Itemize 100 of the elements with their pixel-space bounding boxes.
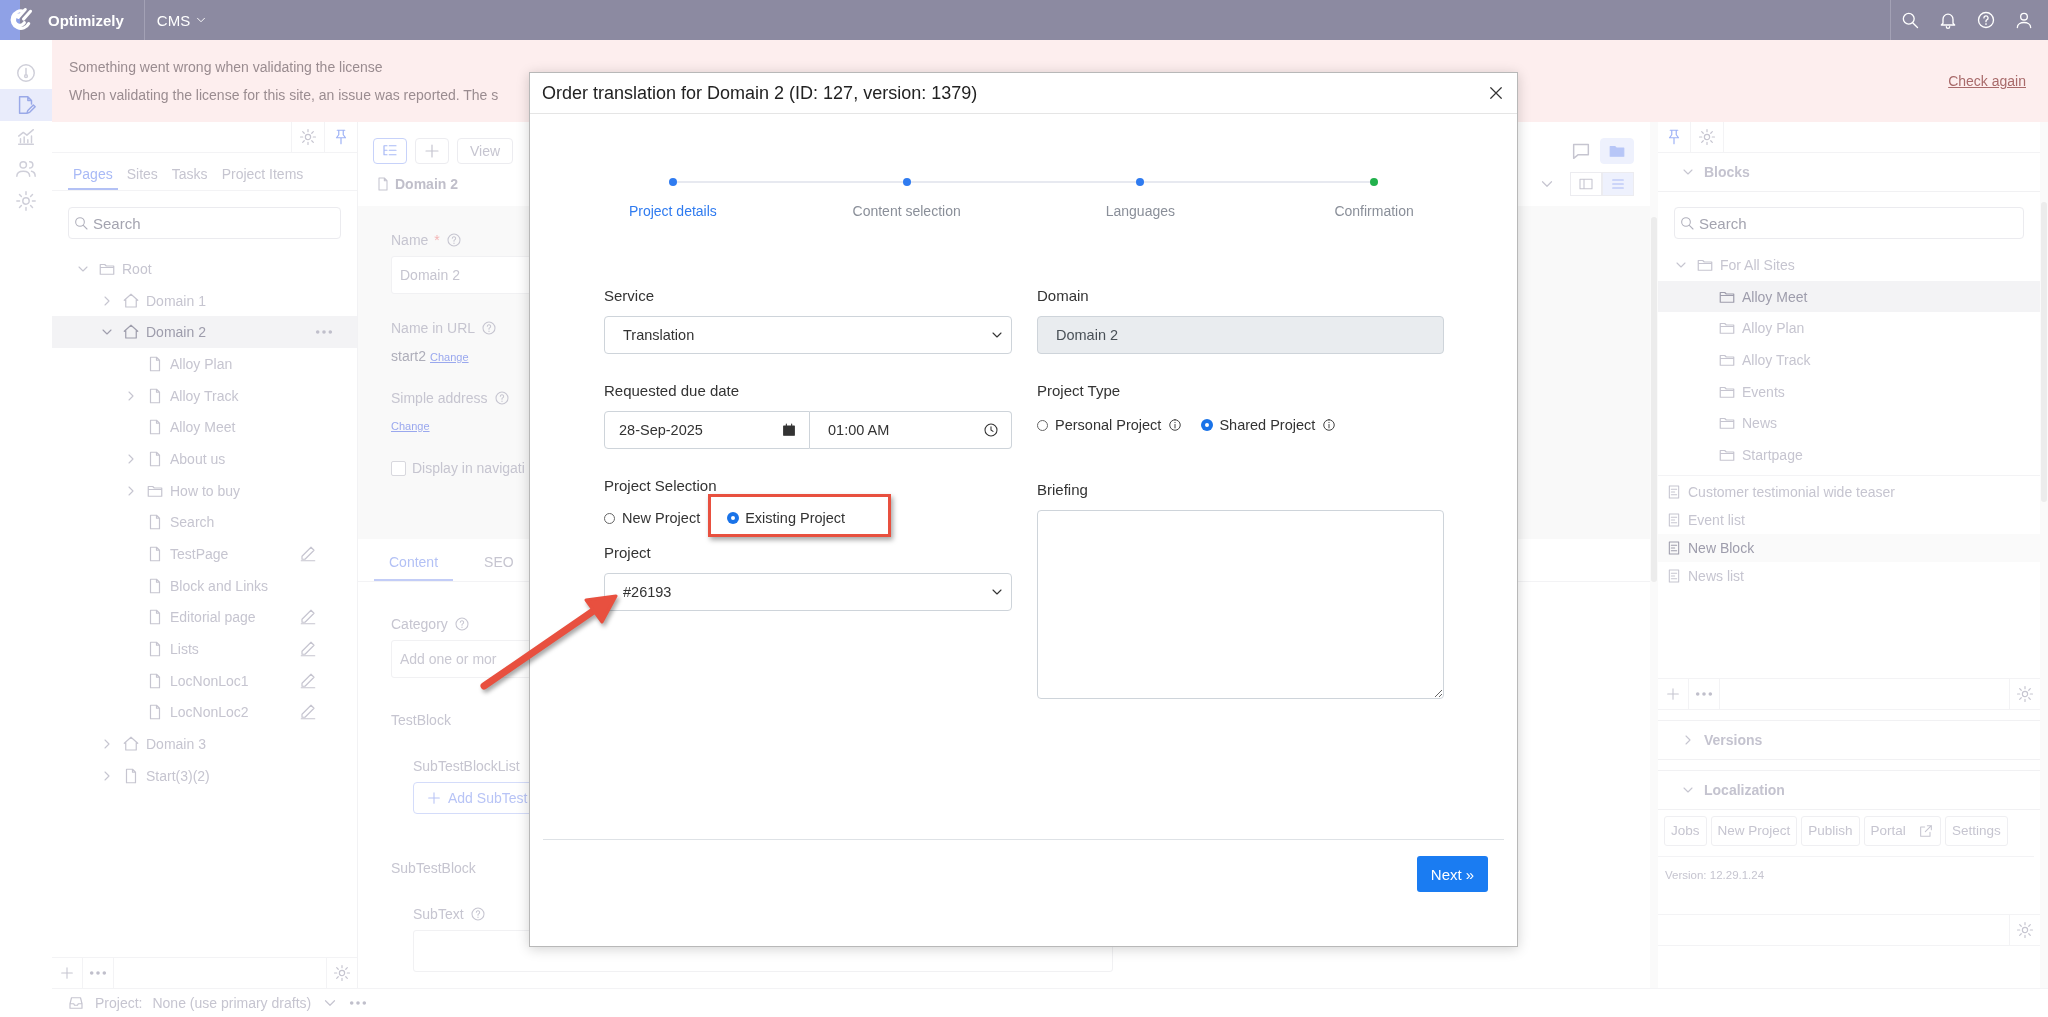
more-icon[interactable] xyxy=(1695,690,1713,697)
tree-item[interactable]: News xyxy=(1658,407,2040,440)
help-icon[interactable] xyxy=(469,906,486,922)
search-field[interactable]: Search xyxy=(68,207,341,239)
editor-tab[interactable]: SEO xyxy=(469,539,529,581)
tree-item[interactable]: Lists xyxy=(52,633,357,665)
block-item[interactable]: New Block xyxy=(1658,533,2040,562)
search-icon[interactable] xyxy=(1900,10,1920,30)
time-input[interactable]: 01:00 AM xyxy=(810,411,1012,449)
tree-item[interactable]: Editorial page xyxy=(52,601,357,634)
tree-item[interactable]: Startpage xyxy=(1658,439,2040,471)
change-link[interactable]: Change xyxy=(391,420,430,432)
next-button[interactable]: Next » xyxy=(1417,856,1488,892)
tree-item[interactable]: Alloy Meet xyxy=(1658,280,2040,313)
gauge-icon xyxy=(15,62,37,84)
radio-button[interactable] xyxy=(728,513,739,523)
panel-tab[interactable]: Tasks xyxy=(166,153,213,190)
tree-item[interactable]: About us xyxy=(52,443,357,475)
radio-option[interactable]: Shared Project xyxy=(1202,417,1337,433)
tree-item[interactable]: LocNonLoc1 xyxy=(52,664,357,697)
panel-tab[interactable]: Pages xyxy=(68,153,118,190)
service-select[interactable]: Translation xyxy=(604,316,1012,354)
step-label[interactable]: Languages xyxy=(1105,203,1175,219)
product-menu[interactable]: CMS xyxy=(144,11,221,29)
more-icon[interactable] xyxy=(315,329,333,336)
search-field[interactable]: Search xyxy=(1674,207,2024,239)
block-icon xyxy=(1666,567,1682,584)
close-icon[interactable] xyxy=(1487,84,1505,102)
split-view-button[interactable] xyxy=(1570,172,1602,196)
add-button[interactable] xyxy=(415,138,449,164)
localization-button[interactable]: New Project xyxy=(1710,815,1798,846)
localization-button[interactable]: Portal xyxy=(1863,815,1941,846)
tree-item[interactable]: Domain 2 xyxy=(52,316,357,349)
help-icon[interactable] xyxy=(493,390,510,406)
rail-item[interactable] xyxy=(0,89,52,121)
block-item[interactable]: Customer testimonial wide teaser xyxy=(1658,477,2040,506)
help-icon[interactable] xyxy=(445,232,462,248)
add-icon[interactable] xyxy=(1665,685,1681,702)
settings-icon[interactable] xyxy=(299,128,317,146)
calendar-icon[interactable] xyxy=(781,422,797,438)
block-item[interactable]: News list xyxy=(1658,561,2040,590)
radio-option[interactable]: Personal Project xyxy=(1037,417,1183,433)
more-icon[interactable] xyxy=(89,970,107,976)
radio-option[interactable]: Existing Project xyxy=(728,510,846,526)
list-view-button[interactable] xyxy=(1602,172,1634,196)
info-icon xyxy=(1322,418,1337,432)
tree-item[interactable]: Domain 3 xyxy=(52,728,357,760)
editor-tab[interactable]: Content xyxy=(374,539,454,581)
tree-item[interactable]: Alloy Meet xyxy=(52,411,357,444)
tree-item[interactable]: Root xyxy=(52,253,357,285)
tree-item[interactable]: LocNonLoc2 xyxy=(52,696,357,729)
user-icon[interactable] xyxy=(2014,10,2034,30)
settings-icon xyxy=(15,190,37,212)
tree-item[interactable]: Start(3)(2) xyxy=(52,760,357,792)
change-link[interactable]: Change xyxy=(430,351,469,363)
view-button[interactable]: View xyxy=(457,138,514,164)
settings-icon[interactable] xyxy=(333,964,351,982)
localization-button[interactable]: Publish xyxy=(1801,815,1860,846)
check-again-link[interactable]: Check again xyxy=(1948,73,2026,89)
radio-button[interactable] xyxy=(1202,420,1213,430)
tree-item[interactable]: For All Sites xyxy=(1658,249,2040,281)
add-icon[interactable] xyxy=(59,965,75,981)
panel-tab[interactable]: Sites xyxy=(121,153,163,190)
tree-item[interactable]: Events xyxy=(1658,375,2040,408)
radio-option[interactable]: New Project xyxy=(604,510,701,526)
tree-view-button[interactable] xyxy=(373,138,407,164)
localization-button[interactable]: Jobs xyxy=(1664,815,1707,846)
block-label: TestBlock xyxy=(391,712,451,728)
settings-icon[interactable] xyxy=(1698,128,1716,146)
date-input[interactable]: 28-Sep-2025 xyxy=(604,411,810,449)
settings-icon[interactable] xyxy=(2016,921,2034,939)
tree-item[interactable]: Alloy Track xyxy=(52,379,357,412)
clock-icon[interactable] xyxy=(983,422,999,438)
tree-item[interactable]: Block and Links xyxy=(52,569,357,602)
tree-item[interactable]: Search xyxy=(52,506,357,539)
panel-tab[interactable]: Project Items xyxy=(216,153,309,190)
tree-item[interactable]: How to buy xyxy=(52,474,357,507)
tree-item[interactable]: TestPage xyxy=(52,538,357,570)
version-text: Version: 12.29.1.24 xyxy=(1665,868,1766,881)
briefing-textarea[interactable] xyxy=(1037,510,1444,699)
settings-icon[interactable] xyxy=(2016,684,2034,703)
tree-item[interactable]: Alloy Track xyxy=(1658,344,2040,376)
tree-item[interactable]: Alloy Plan xyxy=(1658,312,2040,345)
step-label[interactable]: Project details xyxy=(628,203,717,219)
tree-item[interactable]: Alloy Plan xyxy=(52,348,357,380)
section-header[interactable]: Localization xyxy=(1658,769,2040,810)
section-header[interactable]: Blocks xyxy=(1658,153,2040,192)
help-icon[interactable] xyxy=(481,320,498,336)
step-label[interactable]: Content selection xyxy=(852,203,961,219)
help-icon[interactable] xyxy=(453,616,470,632)
section-header[interactable]: Versions xyxy=(1658,719,2040,760)
localization-button[interactable]: Settings xyxy=(1944,815,2008,846)
tree-item[interactable]: Domain 1 xyxy=(52,284,357,317)
block-item[interactable]: Event list xyxy=(1658,505,2040,534)
project-select[interactable]: #26193 xyxy=(604,573,1012,611)
step-label[interactable]: Confirmation xyxy=(1334,203,1414,219)
folder-button[interactable] xyxy=(1600,138,1634,164)
more-icon[interactable] xyxy=(349,1000,368,1006)
checkbox[interactable] xyxy=(391,460,406,476)
page-icon xyxy=(375,176,391,192)
